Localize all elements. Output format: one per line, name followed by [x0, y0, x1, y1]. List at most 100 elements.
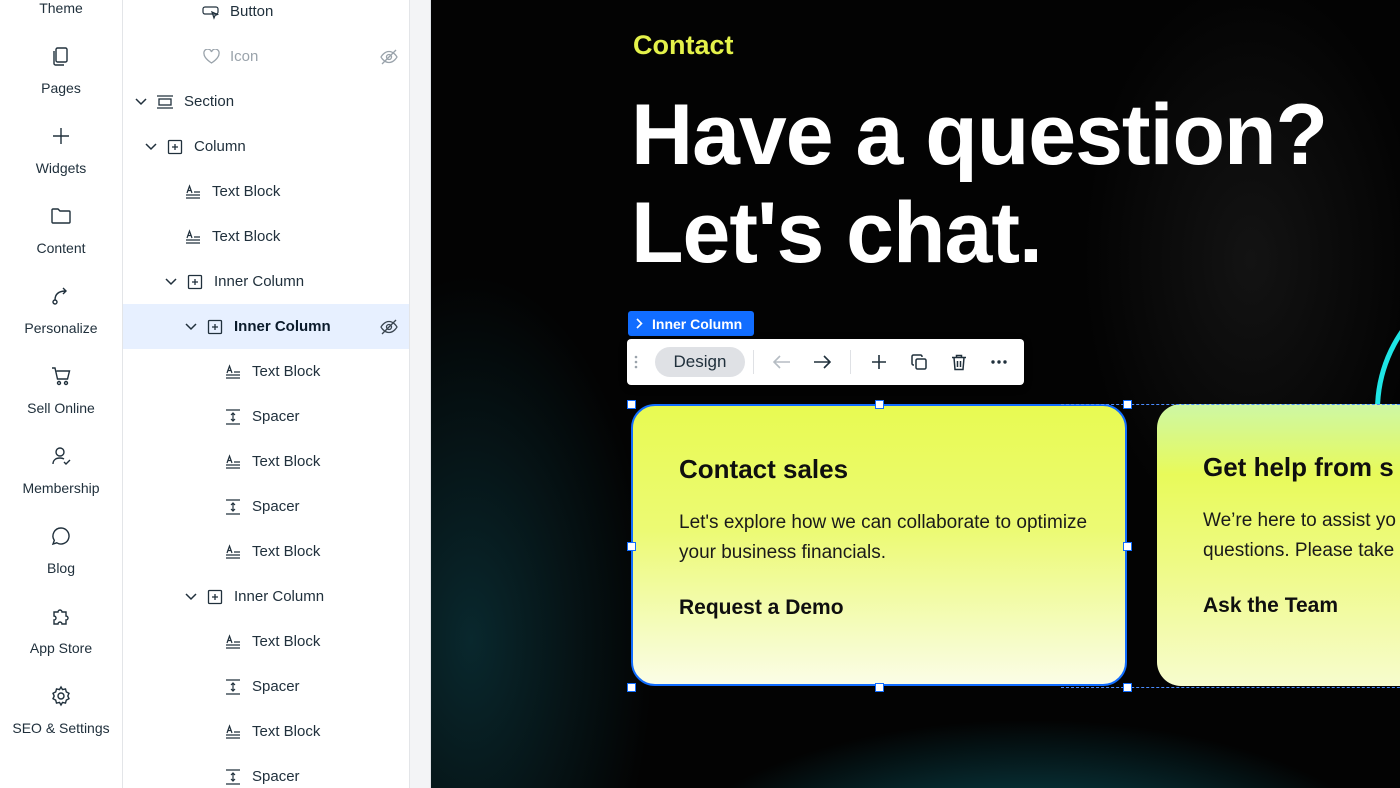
resize-handle-top[interactable]: [875, 400, 884, 409]
resize-handle-bottom[interactable]: [875, 683, 884, 692]
layer-name: Inner Column: [234, 318, 331, 335]
eye-hidden-icon[interactable]: [379, 47, 399, 67]
trash-icon: [952, 354, 966, 370]
duplicate-icon: [911, 354, 927, 370]
layer-name: Button: [230, 3, 274, 20]
layer-name: Text Block: [212, 183, 281, 200]
layer-row-text-block[interactable]: Text Block: [123, 619, 409, 664]
resize-handle-top-right[interactable]: [1123, 400, 1132, 409]
chevron-down-icon[interactable]: [144, 140, 158, 154]
layer-row-button[interactable]: Button: [123, 0, 409, 34]
text-block-icon: [224, 633, 242, 651]
layer-name: Text Block: [252, 633, 321, 650]
section-icon: [156, 93, 174, 111]
rail-item-personalize[interactable]: Personalize: [0, 285, 122, 336]
layer-name: Text Block: [252, 543, 321, 560]
text-block-icon: [224, 363, 242, 381]
selection-tag[interactable]: Inner Column: [628, 311, 755, 336]
resize-handle-left[interactable]: [627, 542, 636, 551]
rail-item-label: Sell Online: [27, 400, 95, 416]
resize-handle-bottom-right[interactable]: [1123, 683, 1132, 692]
card-title: Get help from s: [1203, 452, 1394, 482]
rail-item-label: Personalize: [24, 320, 98, 336]
resize-handle-top-left[interactable]: [627, 400, 636, 409]
panel-divider: [410, 0, 431, 788]
chevron-down-icon[interactable]: [184, 320, 198, 334]
gear-icon: [50, 685, 72, 707]
move-left-button[interactable]: [762, 339, 802, 385]
layer-name: Inner Column: [234, 588, 325, 605]
headline-line-1: Have a question?: [631, 87, 1328, 183]
layer-row-text-block[interactable]: Text Block: [123, 214, 409, 259]
rail-item-theme[interactable]: Theme: [0, 0, 122, 16]
chevron-down-icon[interactable]: [164, 275, 178, 289]
layer-name: Spacer: [252, 768, 300, 785]
card-body: Let's explore how we can collaborate to …: [679, 512, 1088, 563]
text-block-icon: [184, 228, 202, 246]
layers-panel: Button Icon Section Column Text Block Te…: [123, 0, 410, 788]
move-right-button[interactable]: [802, 339, 842, 385]
card-body-line: questions. Please take: [1203, 540, 1395, 561]
layer-row-inner-column[interactable]: Inner Column: [123, 574, 409, 619]
card-title: Contact sales: [679, 454, 849, 484]
delete-button[interactable]: [939, 339, 979, 385]
more-actions-button[interactable]: [979, 339, 1019, 385]
layer-name: Text Block: [252, 723, 321, 740]
rail-item-sell-online[interactable]: Sell Online: [0, 365, 122, 416]
layer-row-inner-column[interactable]: Inner Column: [123, 259, 409, 304]
text-block-icon: [224, 453, 242, 471]
resize-handle-bottom-left[interactable]: [627, 683, 636, 692]
layer-row-spacer[interactable]: Spacer: [123, 664, 409, 709]
arrow-right-icon: [814, 355, 831, 369]
rail-item-label: SEO & Settings: [12, 720, 110, 736]
spacer-icon: [224, 678, 242, 696]
rail-item-pages[interactable]: Pages: [0, 45, 122, 96]
layer-row-text-block[interactable]: Text Block: [123, 709, 409, 754]
design-button[interactable]: Design: [655, 347, 745, 377]
layer-row-section[interactable]: Section: [123, 79, 409, 124]
rail-item-blog[interactable]: Blog: [0, 525, 122, 576]
rail-item-seo-settings[interactable]: SEO & Settings: [0, 685, 122, 736]
resize-handle-right[interactable]: [1123, 542, 1132, 551]
rail-item-widgets[interactable]: Widgets: [0, 125, 122, 176]
layer-row-spacer[interactable]: Spacer: [123, 484, 409, 529]
layer-row-text-block[interactable]: Text Block: [123, 529, 409, 574]
duplicate-button[interactable]: [899, 339, 939, 385]
layer-row-text-block[interactable]: Text Block: [123, 349, 409, 394]
rail-item-label: Widgets: [35, 160, 87, 176]
page-headline[interactable]: Have a question? Let's chat.: [631, 86, 1328, 282]
layer-row-inner-column-selected[interactable]: Inner Column: [123, 304, 409, 349]
plus-icon: [50, 125, 72, 147]
rail-item-app-store[interactable]: App Store: [0, 605, 122, 656]
layer-row-column[interactable]: Column: [123, 124, 409, 169]
drag-handle-icon[interactable]: [627, 339, 645, 385]
layer-row-text-block[interactable]: Text Block: [123, 169, 409, 214]
headline-line-2: Let's chat.: [631, 185, 1043, 281]
chat-bubble-icon: [50, 525, 72, 547]
spacer-icon: [224, 408, 242, 426]
rail-item-content[interactable]: Content: [0, 205, 122, 256]
arrow-left-icon: [773, 355, 790, 369]
layer-row-text-block[interactable]: Text Block: [123, 439, 409, 484]
card-body: We’re here to assist yo questions. Pleas…: [1203, 506, 1400, 566]
rail-item-membership[interactable]: Membership: [0, 445, 122, 496]
column-icon: [166, 138, 184, 156]
layer-name: Spacer: [252, 408, 300, 425]
chevron-down-icon[interactable]: [184, 590, 198, 604]
layer-row-icon[interactable]: Icon: [123, 34, 409, 79]
add-button[interactable]: [859, 339, 899, 385]
editor-canvas[interactable]: Contact Have a question? Let's chat. Inn…: [431, 0, 1400, 788]
toolbar-divider: [850, 350, 851, 374]
layer-row-spacer[interactable]: Spacer: [123, 754, 409, 788]
layer-row-spacer[interactable]: Spacer: [123, 394, 409, 439]
layer-name: Column: [194, 138, 246, 155]
request-demo-link[interactable]: Request a Demo: [679, 596, 844, 620]
get-help-card[interactable]: Get help from s We’re here to assist yo …: [1157, 404, 1400, 686]
text-block-icon: [224, 723, 242, 741]
chevron-down-icon[interactable]: [134, 95, 148, 109]
contact-sales-card[interactable]: Contact sales Let's explore how we can c…: [631, 404, 1127, 686]
ask-team-link[interactable]: Ask the Team: [1203, 594, 1338, 618]
section-eyebrow[interactable]: Contact: [633, 30, 734, 61]
eye-hidden-icon[interactable]: [379, 317, 399, 337]
spacer-icon: [224, 768, 242, 786]
